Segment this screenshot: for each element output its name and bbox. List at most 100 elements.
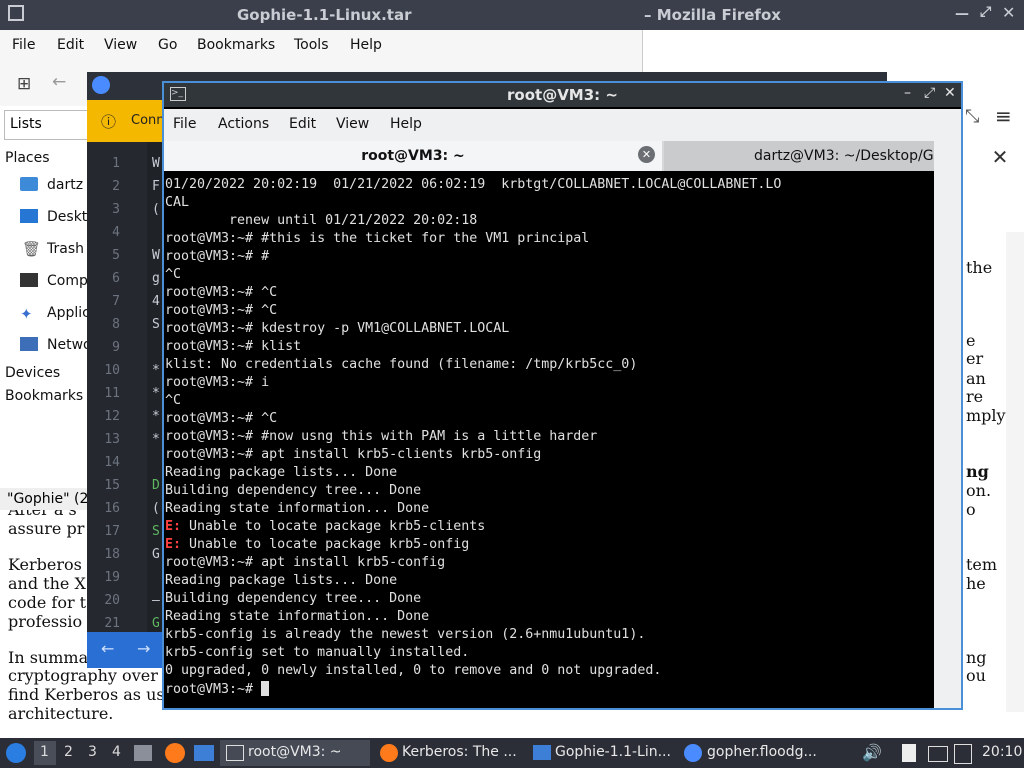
tab-close-icon[interactable]: ✕ — [638, 146, 655, 163]
terminal-line: 01/20/2022 20:02:19 01/21/2022 06:02:19 … — [165, 177, 782, 192]
workspace-1[interactable]: 1 — [40, 744, 49, 760]
minimize-icon[interactable]: — — [955, 6, 969, 22]
terminal-scrollbar[interactable] — [934, 109, 961, 708]
back-arrow-icon[interactable]: ← — [52, 72, 66, 92]
line-number: 20 — [104, 593, 120, 608]
sidebar-item-computer[interactable]: Comp — [47, 273, 88, 289]
sidebar-item-applications[interactable]: Applic — [47, 305, 90, 321]
volume-icon[interactable]: 🔊 — [862, 743, 882, 762]
error-text: Unable to locate package krb5-onfig — [181, 537, 470, 552]
page-text: In summa — [8, 648, 89, 667]
minimize-icon[interactable]: – — [904, 85, 911, 101]
code-line: F — [152, 179, 160, 194]
show-desktop-icon[interactable] — [194, 745, 214, 761]
page-text: he — [966, 574, 986, 593]
maximize-icon[interactable]: ⤢ — [924, 85, 935, 101]
window-menu-icon[interactable] — [8, 5, 24, 21]
terminal-menu-file[interactable]: File — [173, 116, 196, 132]
sidebar-item-trash[interactable]: Trash — [47, 241, 84, 257]
computer-icon — [20, 273, 38, 287]
code-line: g — [152, 271, 160, 286]
workspace-2[interactable]: 2 — [64, 744, 73, 760]
network-icon[interactable] — [928, 746, 948, 762]
workspace-4[interactable]: 4 — [112, 744, 121, 760]
line-number: 21 — [104, 616, 120, 631]
back-arrow-icon[interactable]: ← — [101, 639, 114, 658]
new-tab-icon[interactable]: ⊞ — [17, 74, 31, 94]
page-text: the — [966, 258, 993, 277]
line-number: 16 — [104, 501, 120, 516]
code-line: S — [152, 317, 160, 332]
github-icon — [684, 744, 702, 762]
terminal-line: ^C — [165, 267, 182, 282]
menu-bookmarks[interactable]: Bookmarks — [197, 37, 275, 53]
tab-label: root@VM3: ~ — [361, 148, 465, 164]
firefox-scrollbar[interactable] — [1006, 232, 1024, 712]
tab-root-vm3[interactable]: root@VM3: ~ ✕ — [164, 141, 662, 171]
terminal-menu-actions[interactable]: Actions — [218, 116, 269, 132]
terminal-line: krb5-config set to manually installed. — [165, 645, 470, 660]
terminal-error-line: E: Unable to locate package krb5-clients — [165, 519, 485, 537]
menu-tools[interactable]: Tools — [294, 37, 329, 53]
workspace-3[interactable]: 3 — [88, 744, 97, 760]
line-number: 2 — [112, 179, 120, 194]
code-line: D — [152, 478, 160, 493]
menu-view[interactable]: View — [104, 37, 137, 53]
close-icon[interactable]: ✕ — [944, 85, 956, 101]
task-file-manager-label[interactable]: Gophie-1.1-Lin... — [555, 744, 671, 760]
terminal-line: root@VM3:~# #now usng this with PAM is a… — [165, 429, 598, 444]
sidebar-item-desktop[interactable]: Deskt — [47, 209, 87, 225]
terminal-line: renew until 01/21/2022 20:02:18 — [165, 213, 478, 228]
terminal-menu-view[interactable]: View — [336, 116, 369, 132]
devices-header[interactable]: Devices — [5, 365, 60, 381]
clipboard-icon[interactable] — [902, 744, 916, 762]
page-text: ou — [966, 666, 986, 685]
sidebar-item-home[interactable]: dartz — [47, 177, 83, 193]
close-icon[interactable]: ✕ — [1002, 3, 1015, 22]
hamburger-menu-icon[interactable]: ≡ — [995, 104, 1012, 128]
line-number: 7 — [112, 294, 120, 309]
page-text: an — [966, 369, 986, 388]
close-icon[interactable]: ✕ — [985, 145, 1015, 173]
task-firefox-label[interactable]: Kerberos: The ... — [402, 744, 517, 760]
warning-text: Conn — [131, 113, 165, 128]
sidebar-item-network[interactable]: Netwo — [47, 337, 92, 353]
terminal-prompt-line[interactable]: root@VM3:~# — [165, 681, 270, 699]
line-number: 5 — [112, 248, 120, 263]
terminal-menu-help[interactable]: Help — [390, 116, 422, 132]
start-menu-icon[interactable] — [6, 743, 26, 763]
page-text: find Kerberos as us — [8, 685, 165, 704]
text-cursor — [261, 681, 270, 696]
code-line: * — [152, 386, 160, 401]
code-line: * — [152, 409, 160, 424]
terminal-line: root@VM3:~# ^C — [165, 411, 278, 426]
page-text: mply — [966, 406, 1006, 425]
page-text: on. — [966, 481, 992, 500]
clock[interactable]: 20:10 — [982, 744, 1022, 760]
page-text: tem — [966, 555, 998, 574]
menu-go[interactable]: Go — [158, 37, 177, 53]
terminal-error-line: E: Unable to locate package krb5-onfig — [165, 537, 469, 555]
line-number: 17 — [104, 524, 120, 539]
task-terminal-label[interactable]: root@VM3: ~ — [248, 744, 342, 760]
bookmarks-header[interactable]: Bookmarks — [5, 388, 83, 404]
sidebar-mode-select[interactable]: Lists — [4, 110, 90, 140]
forward-arrow-icon[interactable]: → — [137, 639, 150, 658]
firefox-icon[interactable] — [165, 743, 185, 763]
terminal-line: root@VM3:~# ^C — [165, 285, 278, 300]
tab-dartz-desktop[interactable]: dartz@VM3: ~/Desktop/Go — [664, 141, 942, 171]
line-number: 4 — [112, 225, 120, 240]
menu-file[interactable]: File — [12, 37, 35, 53]
notes-icon[interactable] — [954, 744, 972, 764]
menu-edit[interactable]: Edit — [57, 37, 84, 53]
menu-help[interactable]: Help — [350, 37, 382, 53]
terminal-menu-edit[interactable]: Edit — [289, 116, 316, 132]
line-number: 12 — [104, 409, 120, 424]
restore-icon[interactable]: ⤢ — [980, 4, 991, 20]
code-line: * — [152, 363, 160, 378]
terminal-line: ^C — [165, 393, 182, 408]
task-gopher-label[interactable]: gopher.floodg... — [707, 744, 817, 760]
shield-icon[interactable]: ⤡ — [965, 106, 979, 127]
line-number: 1 — [112, 156, 120, 171]
file-manager-icon[interactable] — [134, 745, 152, 761]
